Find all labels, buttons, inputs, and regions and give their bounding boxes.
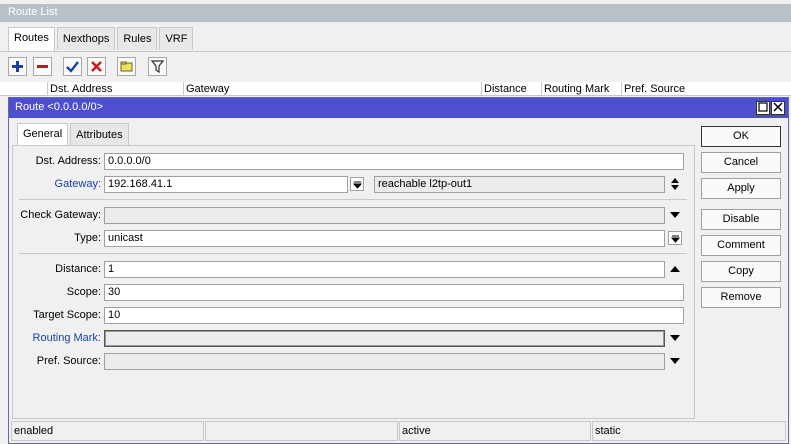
status-static: static <box>592 421 786 441</box>
comment-button[interactable]: Comment <box>701 235 781 256</box>
tab-general[interactable]: General <box>17 123 69 146</box>
separator <box>19 199 687 200</box>
filter-button[interactable] <box>148 57 167 76</box>
dropdown-icon <box>352 181 362 189</box>
maximize-icon[interactable] <box>756 101 770 115</box>
column-dst-address[interactable]: Dst. Address <box>47 82 183 96</box>
status-active: active <box>399 421 591 441</box>
distance-field[interactable]: 1 <box>104 261 665 278</box>
separator <box>19 253 687 254</box>
filter-icon <box>151 60 164 73</box>
routing-mark-label[interactable]: Routing Mark: <box>13 330 101 346</box>
close-icon[interactable] <box>771 101 785 115</box>
status-enabled: enabled <box>11 421 204 441</box>
minus-icon <box>37 65 48 68</box>
note-icon <box>120 61 133 72</box>
tab-attributes[interactable]: Attributes <box>70 123 129 145</box>
dropdown-icon <box>670 235 680 243</box>
general-panel: Dst. Address: 0.0.0.0/0 Gateway: 192.168… <box>12 145 695 419</box>
gateway-state: reachable l2tp-out1 <box>374 176 665 193</box>
scope-label: Scope: <box>66 286 101 298</box>
routing-mark-field[interactable] <box>104 330 665 347</box>
column-distance[interactable]: Distance <box>481 82 541 96</box>
column-routing-mark[interactable]: Routing Mark <box>541 82 621 96</box>
chevron-down-icon[interactable] <box>669 331 681 345</box>
dialog-tabs: General Attributes <box>17 123 131 146</box>
pref-source-label: Pref. Source: <box>36 355 101 367</box>
tab-routes[interactable]: Routes <box>8 27 55 51</box>
copy-button[interactable]: Copy <box>701 261 781 282</box>
comment-button[interactable] <box>117 57 136 76</box>
tab-vrf[interactable]: VRF <box>159 27 194 50</box>
gateway-field[interactable]: 192.168.41.1 <box>104 176 348 193</box>
route-list-title: Route List <box>0 4 791 22</box>
column-gateway[interactable]: Gateway <box>183 82 481 96</box>
disable-button[interactable]: Disable <box>701 209 781 230</box>
dst-address-field[interactable]: 0.0.0.0/0 <box>104 153 684 170</box>
check-icon <box>66 61 79 73</box>
type-dropdown-button[interactable] <box>668 231 682 245</box>
status-bar: enabled active static <box>10 421 787 441</box>
up-down-icon[interactable] <box>669 177 681 191</box>
scope-field[interactable]: 30 <box>104 284 684 301</box>
gateway-label[interactable]: Gateway: <box>13 176 101 192</box>
route-dialog: Route <0.0.0.0/0> General Attributes Dst… <box>8 97 789 444</box>
apply-button[interactable]: Apply <box>701 178 781 199</box>
check-gateway-field[interactable] <box>104 207 665 224</box>
check-gateway-label: Check Gateway: <box>20 209 101 221</box>
pref-source-field[interactable] <box>104 353 665 370</box>
chevron-down-icon[interactable] <box>669 354 681 368</box>
add-button[interactable] <box>8 57 27 76</box>
cross-icon <box>91 61 102 72</box>
chevron-down-icon[interactable] <box>669 208 681 222</box>
dialog-title: Route <0.0.0.0/0> <box>15 101 104 113</box>
column-pref-source[interactable]: Pref. Source <box>621 82 703 96</box>
ok-button[interactable]: OK <box>701 126 781 147</box>
dst-address-label: Dst. Address: <box>35 155 101 167</box>
enable-button[interactable] <box>63 57 82 76</box>
disable-button[interactable] <box>87 57 106 76</box>
plus-icon <box>12 61 23 72</box>
dialog-title-bar[interactable]: Route <0.0.0.0/0> <box>9 98 788 118</box>
chevron-up-icon[interactable] <box>669 262 681 276</box>
route-list-toolbar <box>0 51 791 80</box>
remove-button[interactable]: Remove <box>701 287 781 308</box>
type-label: Type: <box>74 232 101 244</box>
remove-button[interactable] <box>33 57 52 76</box>
cancel-button[interactable]: Cancel <box>701 152 781 173</box>
type-field[interactable]: unicast <box>104 230 665 247</box>
route-list-header: Dst. Address Gateway Distance Routing Ma… <box>0 82 791 96</box>
target-scope-field[interactable]: 10 <box>104 307 684 324</box>
target-scope-label: Target Scope: <box>33 309 101 321</box>
gateway-dropdown-button[interactable] <box>350 177 364 191</box>
distance-label: Distance: <box>55 263 101 275</box>
tab-rules[interactable]: Rules <box>117 27 158 50</box>
tab-nexthops[interactable]: Nexthops <box>56 27 116 50</box>
status-empty <box>205 421 398 441</box>
route-list-tabs: Routes Nexthops Rules VRF <box>8 27 195 51</box>
